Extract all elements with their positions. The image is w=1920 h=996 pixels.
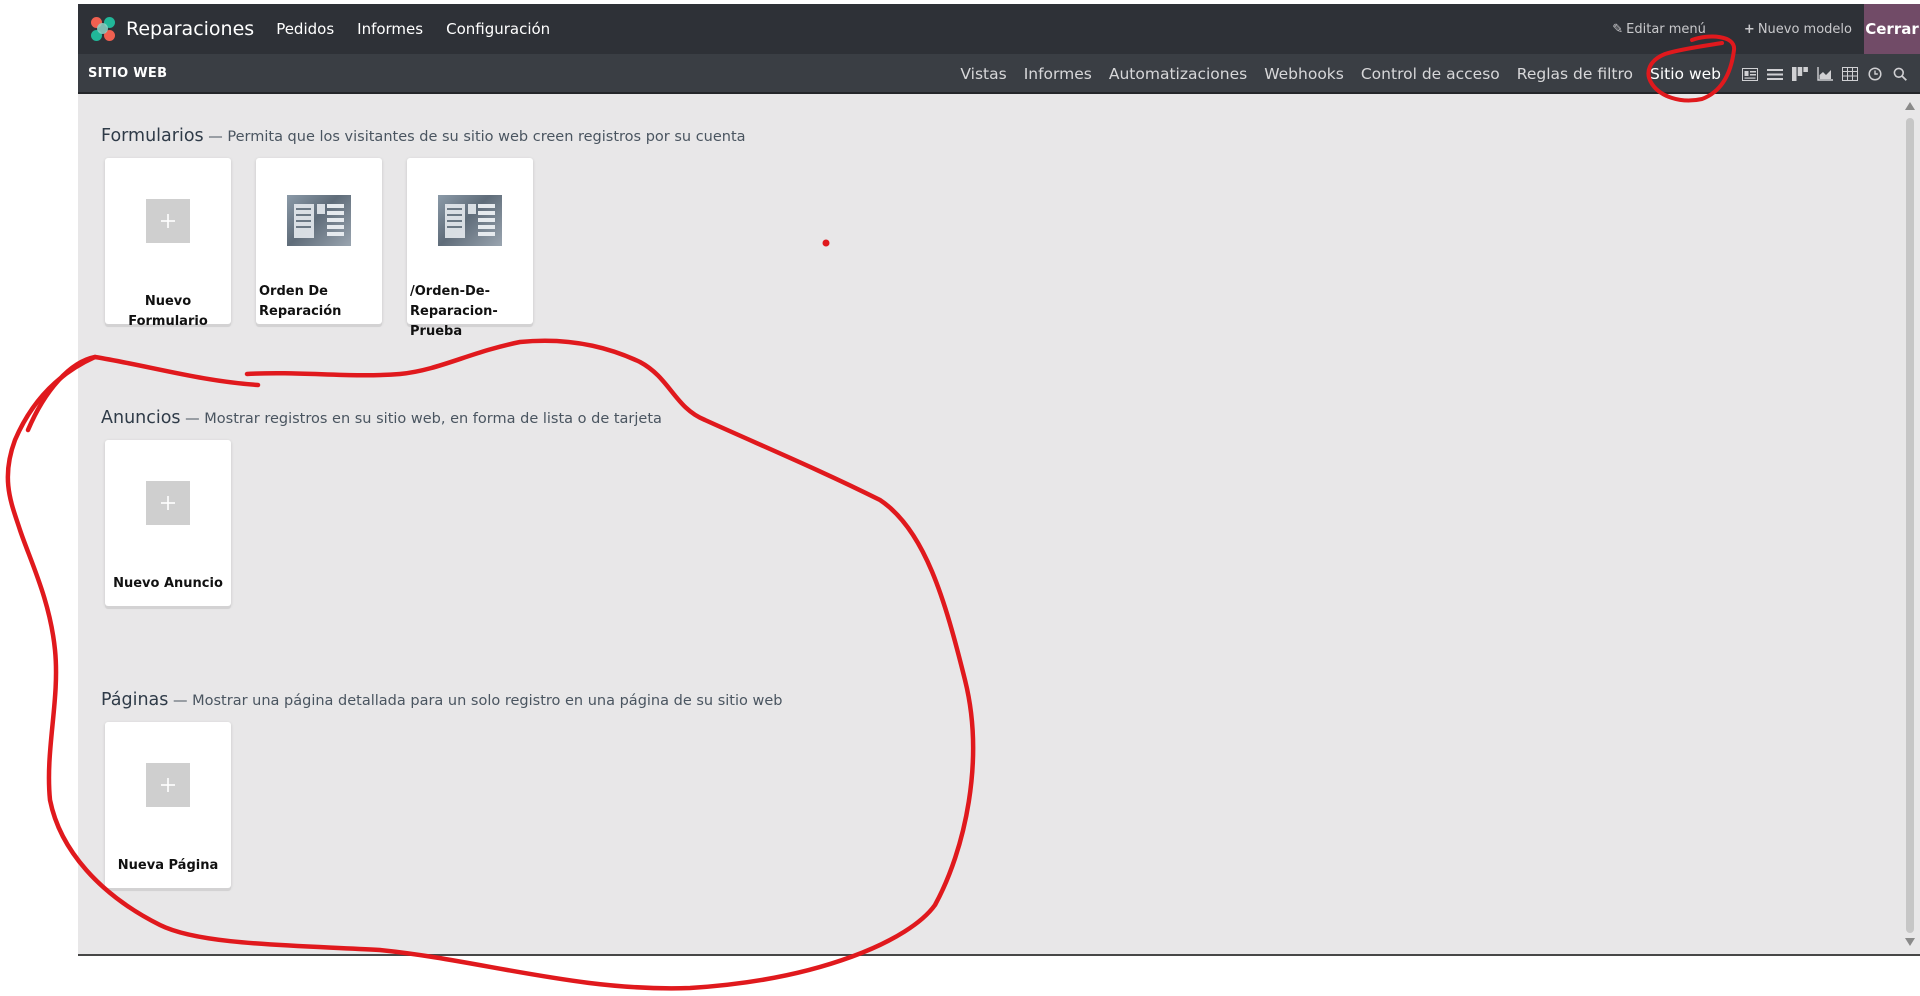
studio-subbar: SITIO WEB Vistas Informes Automatizacion…: [78, 54, 1920, 94]
pivot-view-icon[interactable]: [1842, 67, 1858, 81]
pages-cards: Nueva Página: [101, 722, 782, 894]
kanban-view-icon[interactable]: [1792, 67, 1808, 81]
form-thumbnail-icon: [438, 195, 502, 246]
edit-menu-button[interactable]: ✎ Editar menú: [1612, 22, 1706, 37]
list-view-icon[interactable]: [1767, 67, 1783, 81]
tab-vistas[interactable]: Vistas: [960, 65, 1006, 83]
scroll-up-icon[interactable]: [1905, 102, 1915, 110]
pages-description: — Mostrar una página detallada para un s…: [168, 693, 783, 709]
scroll-thumb[interactable]: [1906, 118, 1914, 933]
app-brand[interactable]: Reparaciones: [78, 4, 276, 54]
forms-section: Formularios — Permita que los visitantes…: [101, 126, 746, 339]
card-label: Nuevo Formulario: [128, 294, 208, 329]
tab-webhooks[interactable]: Webhooks: [1264, 65, 1344, 83]
pages-section: Páginas — Mostrar una página detallada p…: [101, 690, 782, 894]
website-panel: Formularios — Permita que los visitantes…: [78, 96, 1900, 954]
forms-description: — Permita que los visitantes de su sitio…: [203, 129, 746, 145]
form-view-icon[interactable]: [1742, 67, 1758, 81]
card-label: Orden De Reparación: [259, 284, 342, 319]
new-listing-card[interactable]: Nuevo Anuncio: [105, 440, 231, 606]
tab-reglas-de-filtro[interactable]: Reglas de filtro: [1517, 65, 1633, 83]
search-view-icon[interactable]: [1892, 67, 1908, 81]
new-model-button[interactable]: + Nuevo modelo: [1744, 22, 1852, 37]
form-thumbnail-icon: [287, 195, 351, 246]
menu-configuracion[interactable]: Configuración: [446, 20, 550, 38]
pages-title: Páginas: [101, 690, 169, 710]
tab-automatizaciones[interactable]: Automatizaciones: [1109, 65, 1247, 83]
tab-sitio-web[interactable]: Sitio web: [1650, 65, 1721, 83]
card-label: Nueva Página: [117, 858, 219, 873]
pencil-icon: ✎: [1612, 21, 1624, 37]
app-logo-icon: [90, 16, 116, 42]
graph-view-icon[interactable]: [1817, 67, 1833, 81]
studio-tabs: Vistas Informes Automatizaciones Webhook…: [943, 54, 1908, 94]
edit-menu-label: Editar menú: [1626, 21, 1706, 37]
new-model-label: Nuevo modelo: [1757, 21, 1852, 37]
forms-cards: Nuevo Formulario Orden De Reparación /Or…: [101, 158, 746, 339]
tab-informes[interactable]: Informes: [1024, 65, 1092, 83]
scroll-down-icon[interactable]: [1905, 938, 1915, 946]
form-card-orden-de-reparacion[interactable]: Orden De Reparación: [256, 158, 382, 324]
new-page-card[interactable]: Nueva Página: [105, 722, 231, 888]
close-button[interactable]: Cerrar: [1864, 4, 1920, 54]
studio-window: Reparaciones Pedidos Informes Configurac…: [78, 4, 1920, 956]
breadcrumb: SITIO WEB: [88, 65, 168, 81]
activity-view-icon[interactable]: [1867, 67, 1883, 81]
menu-informes[interactable]: Informes: [357, 20, 423, 38]
new-form-card[interactable]: Nuevo Formulario: [105, 158, 231, 329]
plus-icon: [146, 481, 190, 525]
forms-title: Formularios: [101, 126, 204, 146]
tab-control-de-acceso[interactable]: Control de acceso: [1361, 65, 1500, 83]
plus-icon: [146, 199, 190, 243]
app-title: Reparaciones: [126, 18, 255, 40]
listings-section: Anuncios — Mostrar registros en su sitio…: [101, 408, 662, 612]
card-label: /Orden-De-Reparacion-Prueba: [410, 284, 498, 339]
plus-icon: [146, 763, 190, 807]
vertical-scrollbar[interactable]: [1900, 96, 1920, 954]
top-navbar: Reparaciones Pedidos Informes Configurac…: [78, 4, 1920, 54]
card-label: Nuevo Anuncio: [113, 576, 223, 591]
listings-description: — Mostrar registros en su sitio web, en …: [180, 411, 662, 427]
listings-cards: Nuevo Anuncio: [101, 440, 662, 612]
menu-pedidos[interactable]: Pedidos: [276, 20, 334, 38]
plus-icon: +: [1743, 21, 1755, 37]
form-card-orden-de-reparacion-prueba[interactable]: /Orden-De-Reparacion-Prueba: [407, 158, 533, 339]
listings-title: Anuncios: [101, 408, 181, 428]
